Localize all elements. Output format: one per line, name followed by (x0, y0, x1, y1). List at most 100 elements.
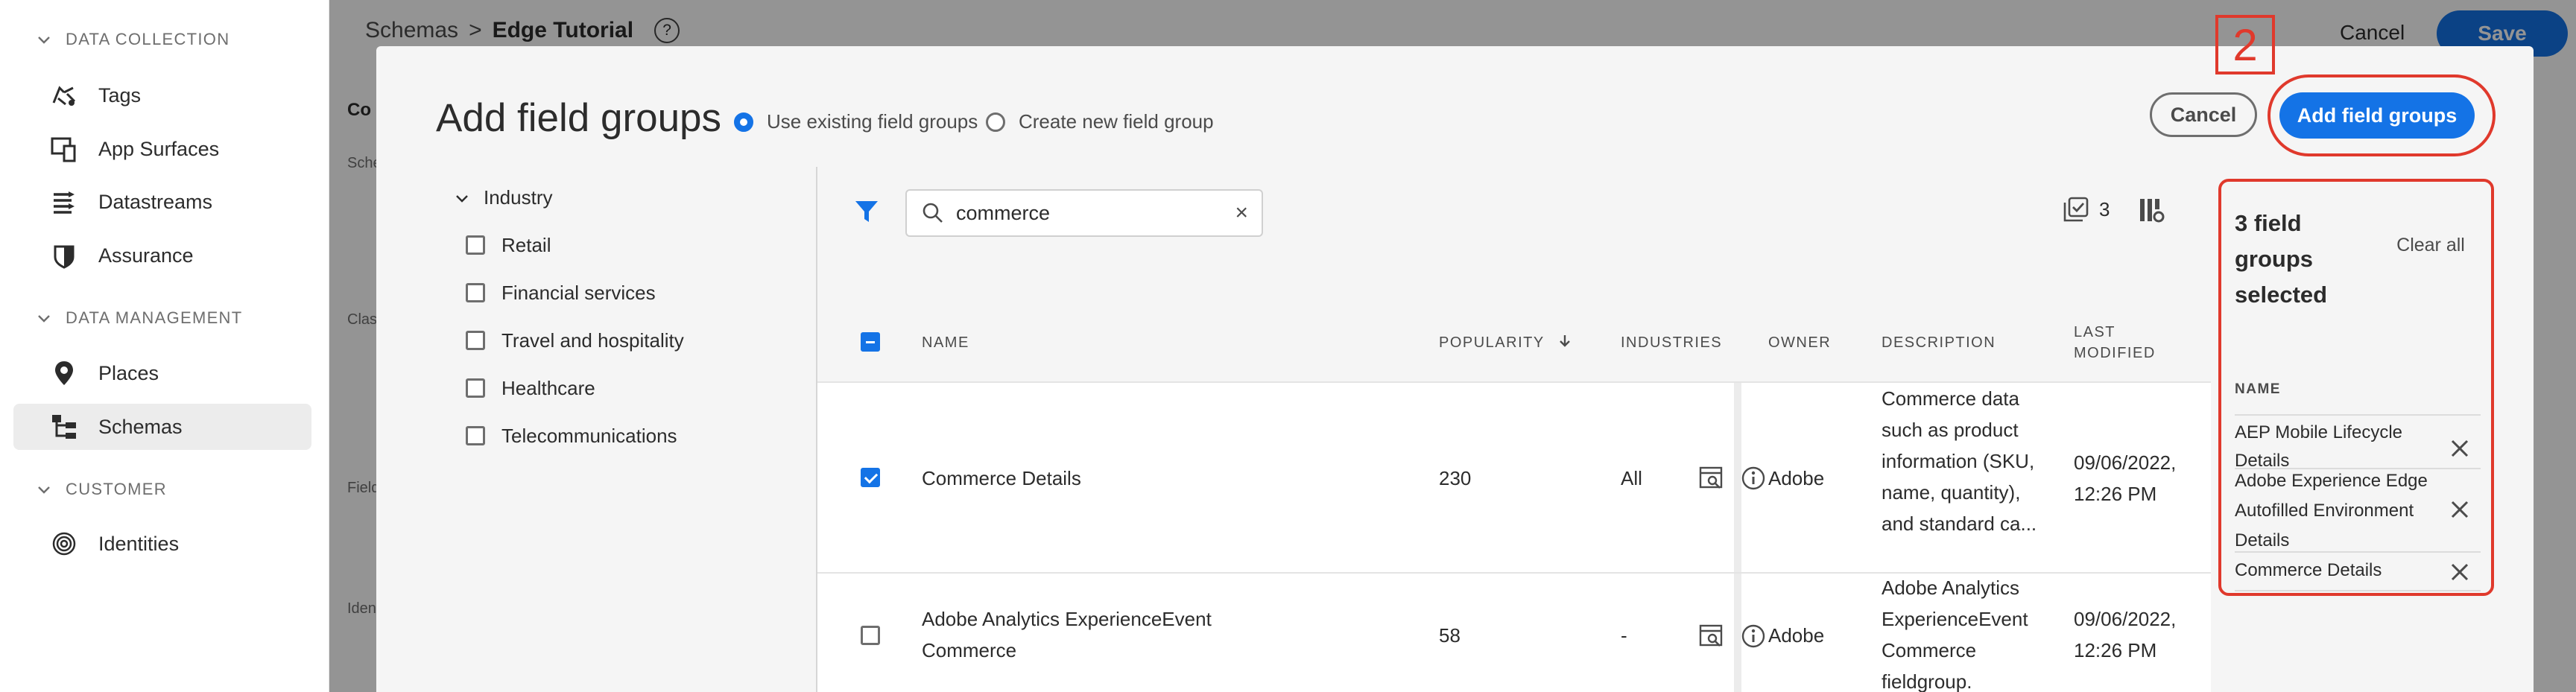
chevron-down-icon (38, 315, 50, 323)
cancel-button[interactable]: Cancel (2150, 92, 2257, 137)
tags-icon (52, 86, 76, 106)
selected-item-label: Adobe Experience Edge Autofilled Environ… (2235, 471, 2428, 550)
column-header-description[interactable]: DESCRIPTION (1882, 332, 1996, 353)
checkbox[interactable] (466, 426, 485, 445)
row-divider (1734, 383, 1741, 572)
row-checkbox[interactable] (861, 626, 880, 645)
row-popularity: 230 (1439, 467, 1472, 489)
chevron-down-icon (38, 36, 50, 44)
search-input[interactable] (956, 201, 1202, 225)
radio-label: Use existing field groups (767, 110, 978, 133)
datastreams-icon (54, 191, 75, 214)
sidebar-item-label: Places (98, 361, 159, 384)
annotation-badge-2: 2 (2215, 15, 2275, 74)
selected-items-icon (2063, 197, 2089, 222)
column-header-name[interactable]: NAME (922, 332, 969, 353)
selected-field-groups-panel: 3 field groups selected Clear all NAME A… (2218, 179, 2494, 596)
remove-icon[interactable] (2449, 499, 2470, 520)
sidebar-item-tags[interactable]: Tags (13, 72, 311, 118)
filter-heading-label: Industry (484, 186, 553, 209)
info-icon[interactable] (1740, 465, 1767, 492)
filter-travel-hospitality[interactable]: Travel and hospitality (466, 317, 816, 364)
filter-label: Telecommunications (501, 424, 677, 447)
checkbox[interactable] (466, 378, 485, 398)
section-data-collection[interactable]: DATA COLLECTION (36, 30, 230, 49)
chevron-down-icon (38, 486, 50, 494)
row-owner: Adobe (1768, 467, 1825, 489)
sidebar-item-label: Assurance (98, 244, 194, 267)
selected-item: Commerce Details (2235, 551, 2481, 591)
radio-use-existing[interactable]: Use existing field groups (734, 110, 978, 133)
field-groups-table-area: × 3 NAME POPULARITY INDUSTRIES OWNER DES… (816, 167, 2211, 692)
checkbox[interactable] (466, 235, 485, 255)
filter-telecommunications[interactable]: Telecommunications (466, 412, 816, 460)
sidebar-item-label: App Surfaces (98, 137, 220, 160)
filter-panel: Industry Retail Financial services Trave… (436, 167, 816, 460)
sidebar-item-assurance[interactable]: Assurance (13, 232, 311, 279)
radio-selected-icon (734, 112, 753, 132)
section-data-management[interactable]: DATA MANAGEMENT (36, 308, 242, 328)
app-surfaces-icon (51, 137, 76, 162)
row-divider (1734, 574, 1741, 692)
radio-label: Create new field group (1019, 110, 1214, 133)
column-settings-icon[interactable] (2138, 197, 2165, 223)
filter-heading-industry[interactable]: Industry (454, 186, 816, 209)
row-popularity: 58 (1439, 624, 1461, 647)
annotation-ring (2268, 74, 2496, 156)
column-header-last-modified[interactable]: LAST MODIFIED (2074, 322, 2156, 364)
selected-item-label: Commerce Details (2235, 560, 2382, 580)
section-label: CUSTOMER (66, 480, 167, 498)
row-description: Adobe Analytics ExperienceEvent Commerce… (1882, 577, 2028, 692)
search-icon (923, 203, 943, 223)
table-row[interactable]: Commerce Details 230 All Adobe Commerce … (817, 381, 2211, 572)
sidebar-item-datastreams[interactable]: Datastreams (13, 179, 311, 225)
clear-search-icon[interactable]: × (1235, 200, 1248, 226)
filter-financial-services[interactable]: Financial services (466, 269, 816, 317)
checkbox[interactable] (466, 283, 485, 302)
remove-icon[interactable] (2449, 438, 2470, 459)
row-description: Commerce data such as product informatio… (1882, 387, 2037, 535)
places-icon (55, 361, 73, 385)
row-industries: - (1621, 624, 1627, 647)
section-customer[interactable]: CUSTOMER (36, 480, 167, 499)
chevron-down-icon (456, 194, 468, 203)
column-header-industries[interactable]: INDUSTRIES (1621, 332, 1722, 353)
add-field-groups-dialog: Add field groups Use existing field grou… (376, 15, 2534, 692)
sidebar-item-identities[interactable]: Identities (13, 521, 311, 567)
preview-icon[interactable] (1698, 465, 1725, 492)
schemas-icon (52, 415, 76, 439)
selected-item: Adobe Experience Edge Autofilled Environ… (2235, 468, 2481, 551)
sidebar-item-schemas[interactable]: Schemas (13, 404, 311, 450)
row-last-modified-time: 12:26 PM (2074, 639, 2157, 661)
sidebar: DATA COLLECTION Tags App Surfaces Datast… (0, 0, 329, 692)
selected-column-header: NAME (2235, 381, 2281, 397)
selected-count-toggle[interactable]: 3 (2063, 197, 2110, 222)
row-checkbox[interactable] (861, 468, 880, 487)
table-row[interactable]: Adobe Analytics ExperienceEvent Commerce… (817, 572, 2211, 692)
preview-icon[interactable] (1698, 623, 1725, 650)
radio-create-new[interactable]: Create new field group (986, 110, 1214, 133)
sidebar-item-label: Identities (98, 532, 180, 555)
column-header-label: POPULARITY (1439, 334, 1545, 351)
filter-label: Healthcare (501, 376, 595, 399)
sidebar-item-app-surfaces[interactable]: App Surfaces (13, 126, 311, 172)
column-header-owner[interactable]: OWNER (1768, 332, 1831, 353)
selected-title: 3 field groups selected (2235, 210, 2328, 308)
column-header-popularity[interactable]: POPULARITY (1439, 332, 1572, 353)
sidebar-item-label: Schemas (98, 415, 183, 438)
assurance-icon (54, 245, 75, 269)
filter-retail[interactable]: Retail (466, 221, 816, 269)
sidebar-item-places[interactable]: Places (13, 350, 311, 396)
section-label: DATA COLLECTION (66, 30, 230, 48)
selected-item: AEP Mobile Lifecycle Details (2235, 414, 2481, 471)
select-all-checkbox[interactable] (861, 332, 880, 352)
filter-healthcare[interactable]: Healthcare (466, 364, 816, 412)
clear-all-button[interactable]: Clear all (2390, 234, 2472, 256)
row-name: Adobe Analytics ExperienceEvent Commerce (922, 608, 1212, 661)
search-field[interactable]: × (905, 189, 1263, 237)
row-owner: Adobe (1768, 624, 1825, 647)
info-icon[interactable] (1740, 623, 1767, 650)
remove-icon[interactable] (2449, 562, 2470, 583)
checkbox[interactable] (466, 331, 485, 350)
filter-icon[interactable] (853, 198, 880, 225)
